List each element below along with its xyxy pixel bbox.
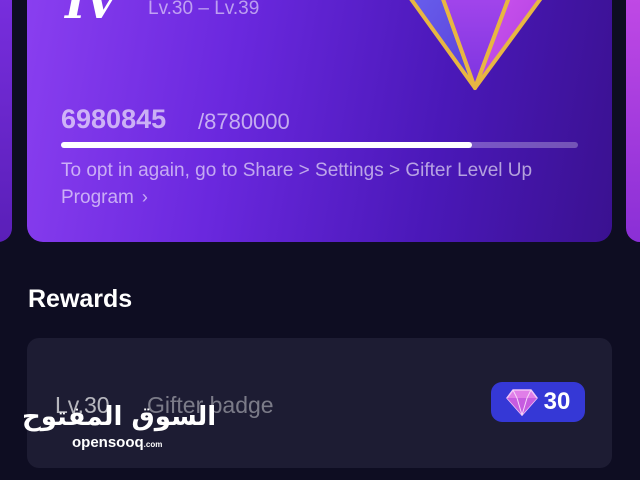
progress-current-value: 6980845 [61,104,167,134]
watermark-arabic: السوق المفتوح [22,402,217,432]
opensooq-watermark: السوق المفتوح opensooq.com [22,402,216,451]
progress-bar-fill [61,142,472,148]
progress-target-value: /8780000 [198,109,290,134]
level-number: IV [65,0,119,29]
diamond-icon [505,389,538,416]
watermark-latin-text: opensooq [72,434,144,451]
app-screen: IV Lv.30 – Lv.39 6980845 /8780000 To opt… [0,0,640,480]
chevron-right-icon: › [141,187,148,207]
gifter-level-card[interactable]: IV Lv.30 – Lv.39 6980845 /8780000 To opt… [27,0,612,242]
rewards-heading: Rewards [28,285,133,313]
watermark-latin: opensooq.com [72,434,216,451]
progress-bar [61,142,578,148]
watermark-suffix: .com [143,440,163,449]
reward-badge: 30 [491,382,585,422]
previous-level-card[interactable] [0,0,12,242]
next-level-card[interactable] [626,0,640,242]
opt-in-text: To opt in again, go to Share > Settings … [61,160,533,208]
reward-badge-value: 30 [543,388,571,415]
gem-icon [409,0,543,90]
level-range: Lv.30 – Lv.39 [148,0,260,19]
opt-in-link[interactable]: To opt in again, go to Share > Settings … [61,158,591,211]
